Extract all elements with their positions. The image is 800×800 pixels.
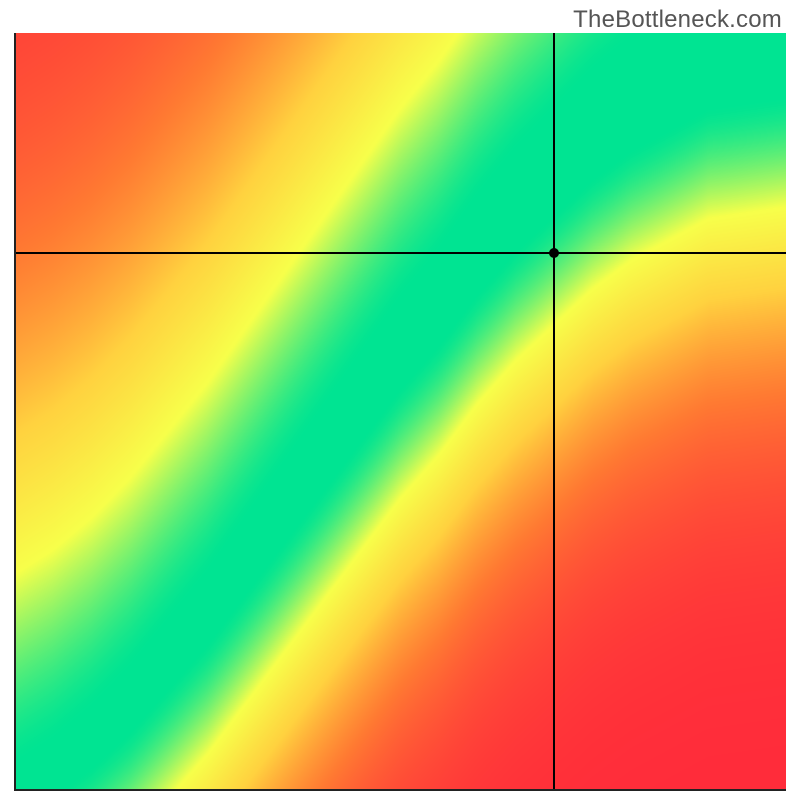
chart-container: TheBottleneck.com [0, 0, 800, 800]
watermark-text: TheBottleneck.com [573, 6, 782, 34]
heatmap-plot [14, 33, 786, 791]
crosshair-point [549, 248, 559, 258]
crosshair-horizontal [14, 252, 786, 254]
crosshair-vertical [553, 33, 555, 791]
heatmap-canvas [14, 33, 786, 791]
